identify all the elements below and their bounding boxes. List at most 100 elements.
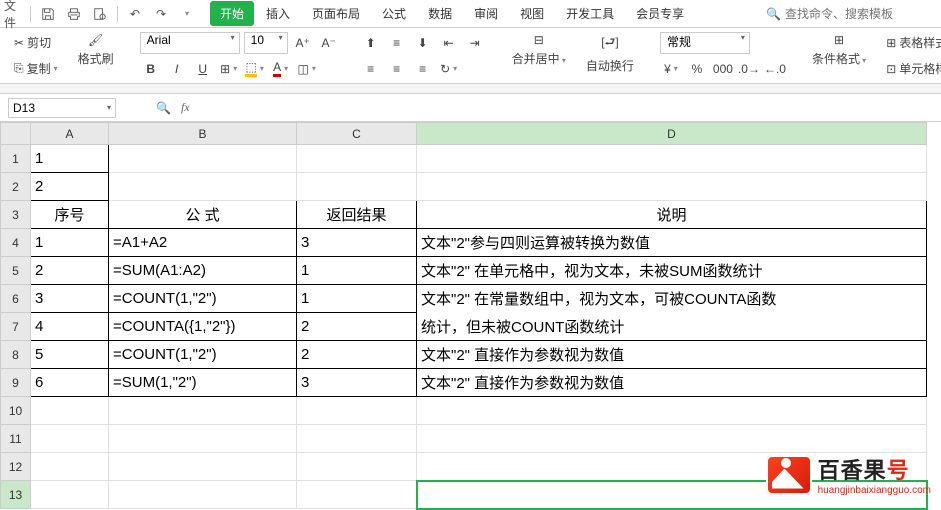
row-header[interactable]: 3	[1, 201, 31, 229]
qat-more-icon[interactable]	[178, 5, 196, 23]
percent-icon[interactable]: %	[686, 58, 708, 80]
align-middle-icon[interactable]: ≡	[386, 32, 408, 54]
cell[interactable]	[417, 397, 927, 425]
cell[interactable]: 统计，但未被COUNT函数统计	[417, 313, 927, 341]
tab-start[interactable]: 开始	[210, 1, 254, 26]
chevron-down-icon[interactable]: ▾	[107, 103, 111, 112]
cell[interactable]	[31, 397, 109, 425]
merge-center-button[interactable]: ⊟合并居中	[506, 33, 572, 79]
file-label[interactable]: 文件	[4, 5, 22, 23]
cell[interactable]: =COUNT(1,"2")	[109, 285, 297, 313]
search-box[interactable]: 🔍	[766, 7, 937, 21]
tab-dev-tools[interactable]: 开发工具	[556, 1, 624, 26]
copy-button[interactable]: ⎘复制	[8, 58, 64, 80]
align-bottom-icon[interactable]: ⬇	[412, 32, 434, 54]
cell[interactable]	[417, 145, 927, 173]
row-header[interactable]: 12	[1, 453, 31, 481]
cell[interactable]: =SUM(A1:A2)	[109, 257, 297, 285]
fx-icon[interactable]: fx	[181, 100, 190, 115]
underline-button[interactable]: U	[192, 58, 214, 80]
cell[interactable]	[297, 145, 417, 173]
cell[interactable]	[297, 425, 417, 453]
grow-font-icon[interactable]: A⁺	[292, 32, 314, 54]
print-icon[interactable]	[65, 5, 83, 23]
format-painter-button[interactable]: 🖌格式刷	[72, 33, 120, 79]
cut-button[interactable]: ✂剪切	[8, 32, 64, 54]
cell-A2[interactable]: 2	[31, 173, 109, 201]
col-header-B[interactable]: B	[109, 123, 297, 145]
cell[interactable]	[109, 453, 297, 481]
cell-style-button[interactable]: ⊡单元格样	[880, 58, 941, 80]
hdr-seq[interactable]: 序号	[31, 201, 109, 229]
align-top-icon[interactable]: ⬆	[360, 32, 382, 54]
cell[interactable]	[417, 173, 927, 201]
cell[interactable]: 4	[31, 313, 109, 341]
cell[interactable]	[297, 173, 417, 201]
cell[interactable]: =SUM(1,"2")	[109, 369, 297, 397]
cell[interactable]: 3	[297, 369, 417, 397]
cond-format-button[interactable]: ⊞条件格式	[806, 33, 872, 79]
cell[interactable]: =A1+A2	[109, 229, 297, 257]
cell[interactable]: 1	[297, 285, 417, 313]
row-header[interactable]: 2	[1, 173, 31, 201]
cell[interactable]: 2	[297, 313, 417, 341]
shrink-font-icon[interactable]: A⁻	[318, 32, 340, 54]
decrease-decimal-icon[interactable]: ←.0	[764, 58, 786, 80]
undo-icon[interactable]: ↶	[126, 5, 144, 23]
save-icon[interactable]	[39, 5, 57, 23]
grid[interactable]: A B C D 1 1 2 2 3 序号 公 式 返回结果 说明 4 1 =A1…	[0, 122, 941, 510]
cell[interactable]: 文本"2" 直接作为参数视为数值	[417, 369, 927, 397]
align-left-icon[interactable]: ≡	[360, 58, 382, 80]
row-header[interactable]: 6	[1, 285, 31, 313]
cell[interactable]: 2	[31, 257, 109, 285]
tab-page-layout[interactable]: 页面布局	[302, 1, 370, 26]
orientation-icon[interactable]: ↻	[438, 58, 460, 80]
col-header-A[interactable]: A	[31, 123, 109, 145]
tab-member[interactable]: 会员专享	[626, 1, 694, 26]
cell[interactable]: =COUNT(1,"2")	[109, 341, 297, 369]
decrease-indent-icon[interactable]: ⇤	[438, 32, 460, 54]
cell[interactable]: 1	[297, 257, 417, 285]
cell[interactable]: 5	[31, 341, 109, 369]
wrap-text-button[interactable]: [⮐]自动换行	[580, 33, 640, 79]
name-box[interactable]: D13 ▾	[8, 98, 116, 118]
cell[interactable]	[31, 425, 109, 453]
tab-review[interactable]: 审阅	[464, 1, 508, 26]
tab-data[interactable]: 数据	[418, 1, 462, 26]
cell[interactable]	[109, 425, 297, 453]
row-header[interactable]: 5	[1, 257, 31, 285]
border-button[interactable]: ⊞	[218, 58, 240, 80]
col-header-C[interactable]: C	[297, 123, 417, 145]
search-input[interactable]	[785, 7, 925, 21]
currency-icon[interactable]: ¥	[660, 58, 682, 80]
row-header[interactable]: 7	[1, 313, 31, 341]
row-header[interactable]: 1	[1, 145, 31, 173]
tab-insert[interactable]: 插入	[256, 1, 300, 26]
cell[interactable]: 2	[297, 341, 417, 369]
fill-color-button[interactable]: ⬚	[244, 58, 266, 80]
cell[interactable]: 3	[31, 285, 109, 313]
align-right-icon[interactable]: ≡	[412, 58, 434, 80]
col-header-D[interactable]: D	[417, 123, 927, 145]
cell[interactable]	[31, 481, 109, 509]
row-header[interactable]: 4	[1, 229, 31, 257]
cell[interactable]	[109, 173, 297, 201]
redo-icon[interactable]: ↷	[152, 5, 170, 23]
select-all-corner[interactable]	[1, 123, 31, 145]
increase-decimal-icon[interactable]: .0→	[738, 58, 760, 80]
cell[interactable]	[109, 145, 297, 173]
cell[interactable]: =COUNTA({1,"2"})	[109, 313, 297, 341]
font-select[interactable]: Arial	[140, 32, 240, 54]
row-header[interactable]: 13	[1, 481, 31, 509]
number-format-select[interactable]: 常规	[660, 32, 750, 54]
font-size-select[interactable]: 10	[244, 32, 288, 54]
zoom-icon[interactable]: 🔍	[156, 101, 171, 115]
cell[interactable]	[297, 397, 417, 425]
hdr-desc[interactable]: 说明	[417, 201, 927, 229]
row-header[interactable]: 10	[1, 397, 31, 425]
cell[interactable]	[297, 481, 417, 509]
cell[interactable]: 文本"2"参与四则运算被转换为数值	[417, 229, 927, 257]
cell-A1[interactable]: 1	[31, 145, 109, 173]
cell[interactable]: 3	[297, 229, 417, 257]
hdr-result[interactable]: 返回结果	[297, 201, 417, 229]
